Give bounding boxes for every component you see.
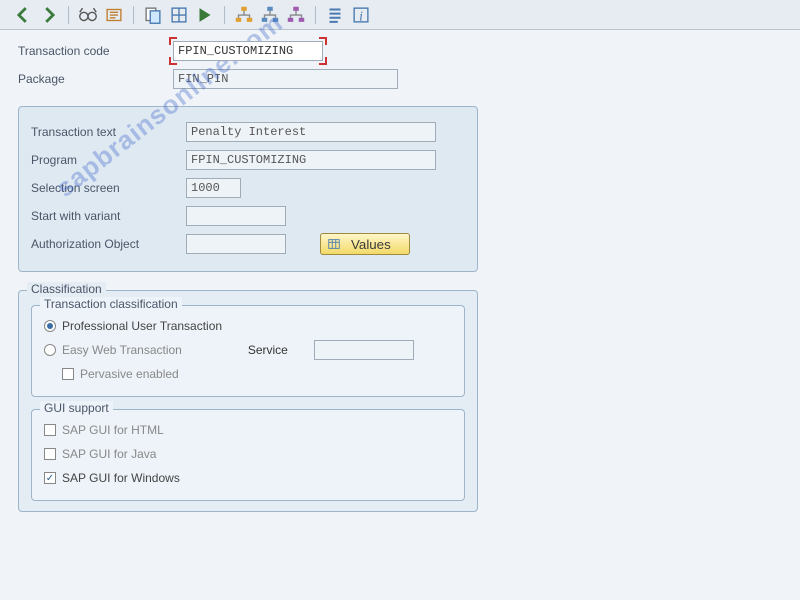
package-field[interactable] [173, 69, 398, 89]
classification-group: Classification Transaction classificatio… [18, 290, 478, 512]
radio-icon [44, 344, 56, 356]
forward-icon[interactable] [38, 5, 60, 25]
tcode-label: Transaction code [18, 44, 173, 58]
transaction-classification-group: Transaction classification Professional … [31, 305, 465, 397]
checkbox-icon [44, 424, 56, 436]
service-label: Service [248, 343, 288, 357]
display-icon[interactable] [103, 5, 125, 25]
authobj-field[interactable] [186, 234, 286, 254]
hierarchy3-icon[interactable] [285, 5, 307, 25]
program-label: Program [31, 153, 186, 167]
easy-web-radio-row[interactable]: Easy Web Transaction Service [44, 338, 452, 362]
gui-html-row[interactable]: SAP GUI for HTML [44, 418, 452, 442]
authobj-label: Authorization Object [31, 237, 186, 251]
classification-legend: Classification [27, 282, 106, 296]
create-icon[interactable] [142, 5, 164, 25]
hierarchy1-icon[interactable] [233, 5, 255, 25]
program-field[interactable] [186, 150, 436, 170]
tcode-field[interactable] [173, 41, 323, 61]
pro-user-radio-row[interactable]: Professional User Transaction [44, 314, 452, 338]
package-label: Package [18, 72, 173, 86]
gui-html-label: SAP GUI for HTML [62, 423, 164, 437]
info-icon[interactable]: i [350, 5, 372, 25]
separator [224, 6, 225, 24]
separator [133, 6, 134, 24]
table-icon [327, 237, 341, 251]
svg-text:i: i [359, 8, 363, 23]
gui-java-label: SAP GUI for Java [62, 447, 156, 461]
variant-label: Start with variant [31, 209, 186, 223]
details-panel: Transaction text Program Selection scree… [18, 106, 478, 272]
checkbox-icon [62, 368, 74, 380]
gui-win-label: SAP GUI for Windows [62, 471, 180, 485]
transaction-text-field[interactable] [186, 122, 436, 142]
selection-screen-label: Selection screen [31, 181, 186, 195]
back-icon[interactable] [12, 5, 34, 25]
gui-support-legend: GUI support [40, 401, 113, 415]
values-button[interactable]: Values [320, 233, 410, 255]
hierarchy2-icon[interactable] [259, 5, 281, 25]
app-toolbar: i [0, 0, 800, 30]
main-content: Transaction code Package Transaction tex… [0, 30, 800, 522]
pervasive-label: Pervasive enabled [80, 367, 179, 381]
radio-icon [44, 320, 56, 332]
separator [68, 6, 69, 24]
tcode-field-wrap [173, 41, 323, 61]
pervasive-check-row[interactable]: Pervasive enabled [44, 362, 452, 386]
easy-web-label: Easy Web Transaction [62, 343, 182, 357]
change-icon[interactable] [168, 5, 190, 25]
transaction-text-label: Transaction text [31, 125, 186, 139]
service-field[interactable] [314, 340, 414, 360]
gui-java-row[interactable]: SAP GUI for Java [44, 442, 452, 466]
gui-win-row[interactable]: ✓ SAP GUI for Windows [44, 466, 452, 490]
list-icon[interactable] [324, 5, 346, 25]
checkbox-checked-icon: ✓ [44, 472, 56, 484]
variant-field[interactable] [186, 206, 286, 226]
glasses-icon[interactable] [77, 5, 99, 25]
separator [315, 6, 316, 24]
gui-support-group: GUI support SAP GUI for HTML SAP GUI for… [31, 409, 465, 501]
selection-screen-field[interactable] [186, 178, 241, 198]
execute-icon[interactable] [194, 5, 216, 25]
checkbox-icon [44, 448, 56, 460]
values-button-label: Values [351, 237, 391, 252]
transaction-classification-legend: Transaction classification [40, 297, 182, 311]
pro-user-label: Professional User Transaction [62, 319, 222, 333]
